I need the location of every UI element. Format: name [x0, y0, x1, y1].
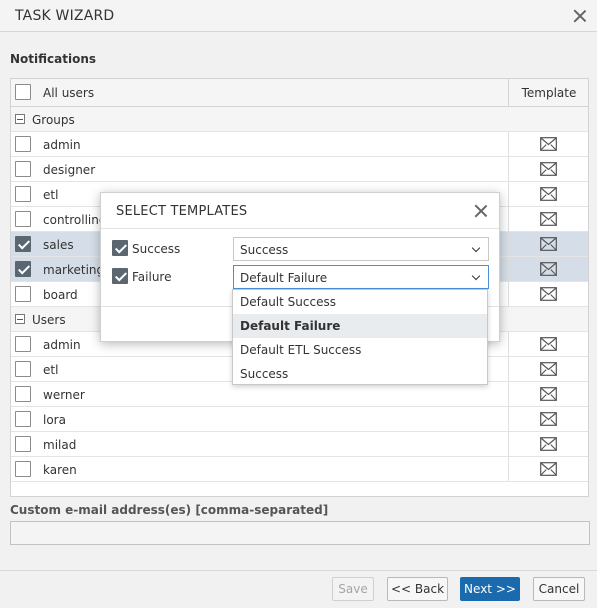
group-row-designer[interactable]: designer	[11, 157, 588, 182]
dialog-titlebar: TASK WIZARD	[0, 0, 597, 32]
group-checkbox[interactable]	[15, 286, 31, 302]
group-name: designer	[43, 163, 96, 177]
user-name: milad	[43, 438, 77, 452]
user-name: werner	[43, 388, 85, 402]
failure-template-row: Failure Default Failure	[101, 265, 499, 289]
grid-header-row: All users Template	[11, 79, 588, 107]
group-row-admin[interactable]: admin	[11, 132, 588, 157]
group-name: marketing	[43, 263, 105, 277]
close-icon[interactable]	[573, 9, 587, 23]
user-checkbox[interactable]	[15, 336, 31, 352]
mail-template-icon[interactable]	[540, 412, 557, 426]
success-checkbox[interactable]	[112, 240, 128, 256]
all-users-label: All users	[43, 86, 95, 100]
success-template-row: Success Success	[101, 237, 499, 261]
group-name: admin	[43, 138, 81, 152]
group-checkbox[interactable]	[15, 211, 31, 227]
notifications-label: Notifications	[10, 52, 97, 66]
mail-template-icon[interactable]	[540, 387, 557, 401]
dropdown-option[interactable]: Success	[233, 362, 487, 386]
collapse-icon[interactable]	[15, 114, 25, 124]
custom-email-input[interactable]	[10, 521, 590, 545]
dropdown-option[interactable]: Default Failure	[233, 314, 487, 338]
mail-template-icon[interactable]	[540, 212, 557, 226]
user-name: karen	[43, 463, 77, 477]
user-row-lora[interactable]: lora	[11, 407, 588, 432]
dialog-title: TASK WIZARD	[15, 8, 115, 24]
group-name: etl	[43, 188, 59, 202]
mail-template-icon[interactable]	[540, 262, 557, 276]
success-template-select[interactable]: Success	[233, 237, 489, 261]
user-name: lora	[43, 413, 66, 427]
success-label: Success	[132, 242, 181, 256]
user-checkbox[interactable]	[15, 436, 31, 452]
dialog-divider	[101, 228, 499, 229]
group-checkbox[interactable]	[15, 136, 31, 152]
groups-section-header: Groups	[11, 107, 588, 132]
group-name: sales	[43, 238, 74, 252]
all-users-checkbox[interactable]	[15, 84, 31, 100]
group-checkbox[interactable]	[15, 161, 31, 177]
mail-template-icon[interactable]	[540, 187, 557, 201]
user-checkbox[interactable]	[15, 411, 31, 427]
failure-checkbox[interactable]	[112, 268, 128, 284]
mail-template-icon[interactable]	[540, 137, 557, 151]
group-checkbox[interactable]	[15, 236, 31, 252]
save-button[interactable]: Save	[332, 577, 374, 601]
mail-template-icon[interactable]	[540, 437, 557, 451]
user-checkbox[interactable]	[15, 361, 31, 377]
mail-template-icon[interactable]	[540, 337, 557, 351]
failure-template-dropdown: Default Success Default Failure Default …	[232, 289, 488, 385]
group-name: controlling	[43, 213, 107, 227]
back-button[interactable]: << Back	[387, 577, 448, 601]
user-row-karen[interactable]: karen	[11, 457, 588, 482]
dropdown-option[interactable]: Default Success	[233, 290, 487, 314]
mail-template-icon[interactable]	[540, 462, 557, 476]
user-name: admin	[43, 338, 81, 352]
close-icon[interactable]	[474, 204, 488, 218]
section-header-label: Groups	[32, 113, 75, 127]
chevron-down-icon	[471, 243, 481, 253]
group-checkbox[interactable]	[15, 186, 31, 202]
mail-template-icon[interactable]	[540, 362, 557, 376]
next-button[interactable]: Next >>	[460, 577, 520, 601]
failure-template-value: Default Failure	[240, 271, 328, 285]
mail-template-icon[interactable]	[540, 237, 557, 251]
chevron-down-icon	[471, 271, 481, 281]
collapse-icon[interactable]	[15, 314, 25, 324]
group-checkbox[interactable]	[15, 261, 31, 277]
select-templates-title: SELECT TEMPLATES	[116, 204, 248, 219]
dropdown-option[interactable]: Default ETL Success	[233, 338, 487, 362]
mail-template-icon[interactable]	[540, 287, 557, 301]
footer-divider	[0, 570, 597, 571]
user-name: etl	[43, 363, 59, 377]
group-name: board	[43, 288, 78, 302]
failure-label: Failure	[132, 270, 172, 284]
user-row-milad[interactable]: milad	[11, 432, 588, 457]
user-checkbox[interactable]	[15, 386, 31, 402]
custom-email-label: Custom e-mail address(es) [comma-separat…	[10, 503, 329, 517]
failure-template-select[interactable]: Default Failure	[233, 265, 489, 289]
cancel-button[interactable]: Cancel	[533, 577, 585, 601]
section-header-label: Users	[32, 313, 66, 327]
success-template-value: Success	[240, 243, 289, 257]
user-checkbox[interactable]	[15, 461, 31, 477]
template-column-header: Template	[521, 86, 577, 100]
mail-template-icon[interactable]	[540, 162, 557, 176]
